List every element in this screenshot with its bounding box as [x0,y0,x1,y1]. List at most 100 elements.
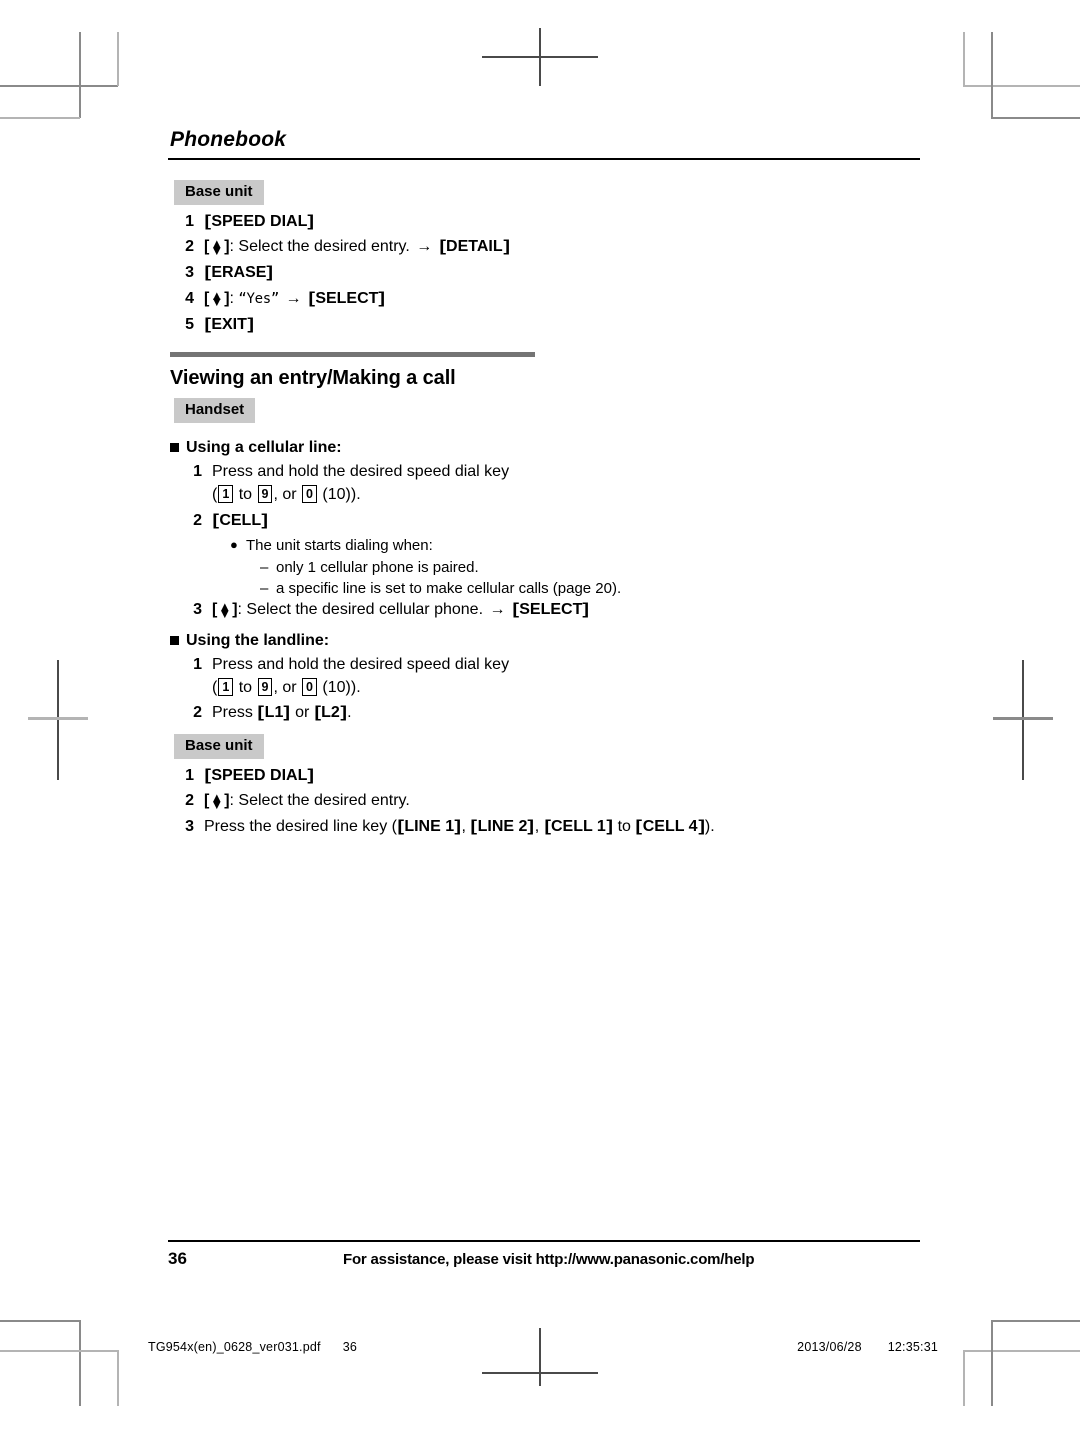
dial-key-1[interactable]: 1 [218,485,234,504]
step-body: [CELL] [212,510,920,533]
softkey-l1[interactable]: [L1] [257,704,291,721]
softkey-erase[interactable]: [ERASE] [204,264,274,281]
softkey-cell-1[interactable]: [CELL 1] [544,818,613,835]
display-text-yes: “Yes” [238,290,280,307]
slug-filename: TG954x(en)_0628_ver031.pdf [148,1340,321,1354]
dash-icon: – [260,579,269,597]
softkey-select[interactable]: [SELECT] [308,290,386,307]
square-bullet-icon [170,443,179,453]
step-number: 1 [193,655,202,673]
square-bullet-icon [170,635,179,645]
dial-key-1[interactable]: 1 [218,678,234,697]
step-item: 1 [SPEED DIAL] [168,765,920,788]
step-text: Press and hold the desired speed dial ke… [212,655,510,673]
dash-icon: – [260,558,269,576]
dial-key-0[interactable]: 0 [302,678,317,697]
page-number: 36 [168,1249,187,1268]
dial-key-9[interactable]: 9 [257,678,273,697]
step-item: 3 [ERASE] [168,262,920,285]
arrow-icon: → [489,601,506,619]
registration-mark-right-vertical [1022,660,1024,780]
step-number: 2 [185,792,194,810]
slug-time: 12:35:31 [887,1340,938,1354]
step-body: [▲ ▼]: Select the desired entry. [204,790,920,813]
crop-mark-top-right-horizontal-outer [991,117,1080,119]
step-number: 3 [193,601,202,619]
step-body: [SPEED DIAL] [204,211,920,234]
step-body: [▲ ▼]: Select the desired entry. → [DETAI… [204,236,920,259]
step-text-to: to [234,678,257,696]
step-body: Press the desired line key ([LINE 1], [L… [204,816,920,839]
step-item: 2 Press [L1] or [L2]. [168,702,920,725]
dial-key-9[interactable]: 9 [257,485,273,504]
crop-mark-top-left-horizontal-outer [0,85,118,87]
step-item: 1 Press and hold the desired speed dial … [168,461,920,506]
arrow-icon: → [416,238,433,256]
step-number: 3 [185,818,194,836]
navigator-key-icon[interactable]: [▲ ▼] [204,236,230,259]
step-item: 1 [SPEED DIAL] [168,211,920,234]
step-text-to: to [234,485,257,503]
softkey-exit[interactable]: [EXIT] [204,316,254,333]
step-number: 1 [185,212,194,230]
step-text-sep: , [461,818,471,836]
step-text-or: , or [273,485,302,503]
softkey-cell[interactable]: [CELL] [212,512,268,529]
step-text-paren-open: ( [212,678,218,696]
crop-mark-bottom-left-vertical-inner [117,1350,119,1406]
bullet-text: The unit starts dialing when: [246,537,433,555]
softkey-l2[interactable]: [L2] [314,704,347,721]
navigator-key-icon[interactable]: [▲ ▼] [204,790,230,813]
step-number: 2 [185,238,194,256]
step-text-period: . [347,704,352,722]
crop-mark-top-right-horizontal-inner [963,85,1080,87]
softkey-cell-4[interactable]: [CELL 4] [635,818,705,835]
device-tag-base-unit-top: Base unit [174,180,264,205]
softkey-detail[interactable]: [DETAIL] [439,238,510,255]
crop-mark-top-left-vertical-inner [117,32,119,86]
step-text: Press and hold the desired speed dial ke… [212,463,510,481]
section-divider-rule [170,352,535,358]
crop-mark-top-left-vertical-outer [79,32,81,118]
softkey-speed-dial[interactable]: [SPEED DIAL] [204,767,315,784]
slug-page-number: 36 [342,1340,357,1354]
step-item: 4 [▲ ▼]: “Yes” → [SELECT] [168,288,920,311]
step-item: 5 [EXIT] [168,314,920,337]
crop-mark-bottom-right-vertical-inner [963,1350,965,1406]
device-tag-handset: Handset [174,398,256,424]
step-text-paren-close: (10)). [317,678,361,696]
registration-mark-bottom-center-horizontal [482,1372,598,1374]
slug-date: 2013/06/28 [797,1340,862,1354]
softkey-speed-dial[interactable]: [SPEED DIAL] [204,213,315,230]
page-footer: 36 For assistance, please visit http://w… [168,1240,920,1269]
softkey-line-1[interactable]: [LINE 1] [397,818,461,835]
step-text: Press the desired line key ( [204,818,397,836]
navigator-key-icon[interactable]: [▲ ▼] [212,599,238,622]
registration-mark-left-horizontal [28,717,88,720]
step-body: Press and hold the desired speed dial ke… [212,654,920,699]
crop-mark-top-left-horizontal-inner [0,117,80,119]
navigator-key-icon[interactable]: [▲ ▼] [204,288,230,311]
dash-text: only 1 cellular phone is paired. [276,558,479,576]
step-text: : Select the desired entry. [229,792,410,810]
crop-mark-bottom-left-horizontal-inner [0,1350,119,1352]
step-text: : Select the desired entry. [229,238,410,256]
assistance-note: For assistance, please visit http://www.… [343,1251,755,1268]
crop-mark-top-right-vertical-outer [991,32,993,118]
step-item: 1 Press and hold the desired speed dial … [168,654,920,699]
subheading-using-the-landline: Using the landline: [170,632,920,650]
footer-row: 36 For assistance, please visit http://w… [168,1242,920,1269]
registration-mark-right-horizontal [993,717,1053,720]
step-body: [EXIT] [204,314,920,337]
softkey-select[interactable]: [SELECT] [512,601,590,618]
dial-key-0[interactable]: 0 [302,485,317,504]
round-bullet-icon: ● [230,537,238,553]
crop-mark-bottom-left-horizontal-outer [0,1320,81,1322]
registration-mark-bottom-center-vertical [539,1328,541,1386]
step-text: : Select the desired cellular phone. [237,601,484,619]
softkey-line-2[interactable]: [LINE 2] [470,818,535,835]
crop-mark-bottom-left-vertical-outer [79,1320,81,1406]
step-text-or: , or [273,678,302,696]
step-number: 2 [193,704,202,722]
crop-mark-bottom-right-horizontal-outer [991,1320,1080,1322]
